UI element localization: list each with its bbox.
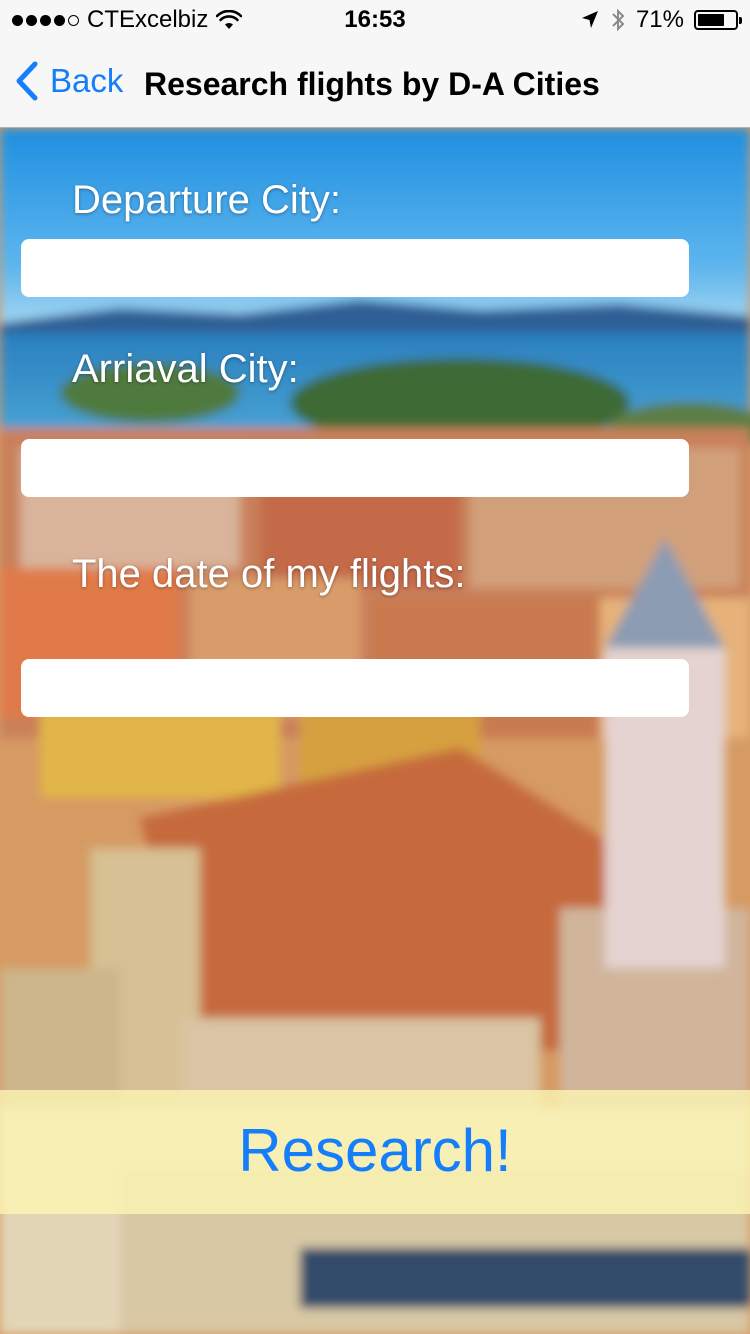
navigation-bar: Back Research flights by D-A Cities [0,40,750,128]
location-arrow-icon [581,11,598,28]
status-bar: CTExcelbiz 16:53 71% [0,0,750,40]
status-right: 71% [580,6,742,34]
back-label: Back [50,62,124,99]
battery-icon [694,10,742,30]
battery-fill [698,14,724,26]
battery-percent: 71% [635,6,684,33]
flight-date-label: The date of my flights: [72,552,466,596]
chevron-left-icon [16,61,38,101]
flight-date-input[interactable] [21,659,689,717]
bluetooth-icon [612,8,625,32]
departure-city-label: Departure City: [72,178,341,222]
research-button[interactable]: Research! [0,1116,750,1185]
research-bar: Research! [0,1090,750,1214]
page-title: Research flights by D-A Cities [144,66,600,102]
departure-city-input[interactable] [21,239,689,297]
back-button[interactable]: Back [14,60,123,102]
app-screen: CTExcelbiz 16:53 71% Back Research fligh… [0,0,750,1334]
arrival-city-label: Arriaval City: [72,347,299,391]
arrival-city-input[interactable] [21,439,689,497]
